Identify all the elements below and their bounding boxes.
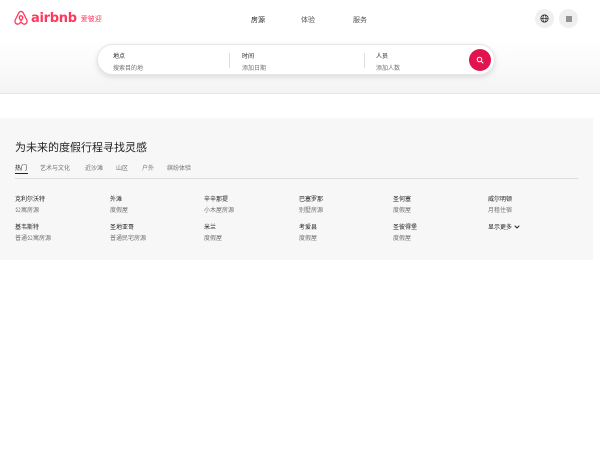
when-field[interactable]: 时间 添加日期 [242,51,266,72]
destination-name: 外滩 [110,196,123,203]
site-header: airbnb 爱彼迎 房源 体验 服务 地点 搜索目的地 时间 添加日期 人员 … [0,0,600,94]
destination-link[interactable]: 考爱县 度假屋 [299,222,317,242]
destination-name: 威尔明顿 [488,196,513,203]
destination-name: 圣地亚哥 [110,224,135,231]
section-title: 为未来的度假行程寻找灵感 [15,141,147,154]
menu-icon [565,16,572,21]
destination-type: 小木屋房源 [204,207,235,214]
destination-type: 度假屋 [204,235,223,242]
search-divider [229,53,230,68]
where-field[interactable]: 地点 搜索目的地 [113,51,143,72]
when-placeholder: 添加日期 [242,65,267,72]
show-more-button[interactable]: 显示更多 [488,222,520,231]
destination-type: 度假屋 [110,207,129,214]
when-label: 时间 [242,53,255,60]
where-placeholder: 搜索目的地 [113,65,144,72]
who-label: 人员 [376,53,389,60]
destination-type: 月租住宿 [488,207,513,214]
tab-outdoors[interactable]: 户外 [142,163,154,172]
nav-experiences[interactable]: 体验 [301,15,315,25]
show-more-label: 显示更多 [488,224,513,231]
who-placeholder: 添加人数 [376,65,401,72]
destination-name: 基韦斯特 [15,224,40,231]
destination-type: 别墅房源 [299,207,324,214]
destination-name: 巴塞罗那 [299,196,324,203]
destination-name: 圣何塞 [393,196,412,203]
where-label: 地点 [113,53,126,60]
destination-name: 克利尔沃特 [15,196,46,203]
inspiration-section: 为未来的度假行程寻找灵感 热门 艺术与文化 近沙滩 山区 户外 缤纷体验 克利尔… [0,118,593,260]
destination-link[interactable]: 外滩 度假屋 [110,194,128,214]
main-nav: 房源 体验 服务 [0,15,600,25]
tab-beach[interactable]: 近沙滩 [85,163,103,172]
search-button[interactable] [469,49,491,71]
destination-name: 米兰 [204,224,217,231]
destination-link[interactable]: 威尔明顿 月租住宿 [488,194,512,214]
active-tab-indicator [15,173,28,174]
nav-homes[interactable]: 房源 [251,15,265,25]
destination-type: 度假屋 [393,235,412,242]
destination-type: 普通民宅房源 [110,235,147,242]
globe-icon [540,14,549,23]
destination-link[interactable]: 米兰 度假屋 [204,222,222,242]
search-icon [476,56,484,64]
destination-link[interactable]: 巴塞罗那 别墅房源 [299,194,323,214]
destination-name: 圣彼得堡 [393,224,418,231]
destination-link[interactable]: 圣彼得堡 度假屋 [393,222,417,242]
destination-name: 考爱县 [299,224,318,231]
who-field[interactable]: 人员 添加人数 [376,51,400,72]
destination-link[interactable]: 基韦斯特 普通公寓房源 [15,222,51,242]
search-bar: 地点 搜索目的地 时间 添加日期 人员 添加人数 [97,44,495,75]
language-button[interactable] [535,9,554,28]
tab-arts-culture[interactable]: 艺术与文化 [40,163,70,172]
tabs-divider [15,178,578,179]
destination-link[interactable]: 克利尔沃特 公寓房源 [15,194,45,214]
nav-services[interactable]: 服务 [353,15,367,25]
tab-mountains[interactable]: 山区 [116,163,128,172]
destination-type: 公寓房源 [15,207,40,214]
chevron-down-icon [514,225,520,228]
search-divider [364,53,365,68]
destination-type: 度假屋 [299,235,318,242]
destination-link[interactable]: 辛辛那提 小木屋房源 [204,194,234,214]
destination-link[interactable]: 圣地亚哥 普通民宅房源 [110,222,146,242]
tab-popular[interactable]: 热门 [15,163,27,172]
destination-link[interactable]: 圣何塞 度假屋 [393,194,411,214]
destination-type: 度假屋 [393,207,412,214]
tab-experiences[interactable]: 缤纷体验 [167,163,191,172]
destination-name: 辛辛那提 [204,196,229,203]
destination-type: 普通公寓房源 [15,235,52,242]
menu-button[interactable] [559,9,578,28]
